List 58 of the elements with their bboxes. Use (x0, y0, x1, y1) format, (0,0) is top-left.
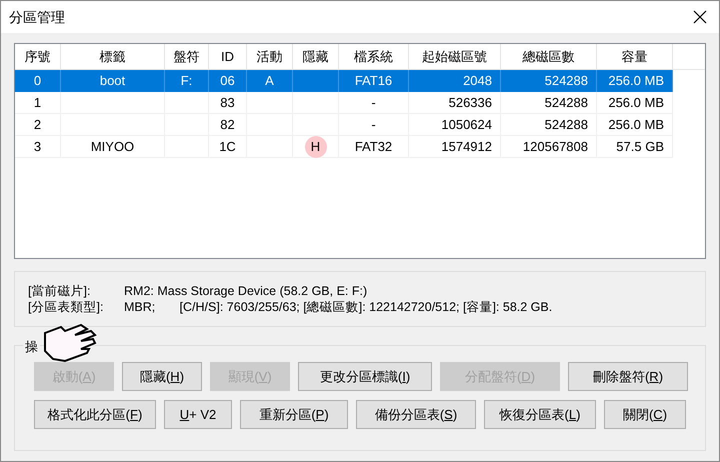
table-cell-text: 256.0 MB (608, 72, 664, 90)
table-cell-text: 524288 (544, 94, 588, 112)
column-header[interactable]: 標籤 (61, 44, 165, 69)
table-cell-text: 2 (34, 116, 42, 134)
table-cell-text: 1050624 (441, 116, 492, 134)
table-cell-text: 2048 (463, 72, 492, 90)
table-cell-text: A (265, 72, 274, 90)
action-button[interactable]: U+ V2 (164, 400, 232, 429)
table-cell-text: - (371, 116, 376, 134)
info-label: [當前磁片]: (28, 283, 92, 299)
table-cell-text: 57.5 GB (616, 138, 664, 156)
window-title: 分區管理 (9, 8, 65, 26)
action-button[interactable]: 恢復分區表(L) (484, 400, 596, 429)
table-cell-text: 256.0 MB (608, 94, 664, 112)
table-cell-text: 1C (219, 138, 236, 156)
column-header[interactable]: 序號 (15, 44, 61, 69)
column-header[interactable]: 隱藏 (293, 44, 339, 69)
table-cell-text: 256.0 MB (608, 116, 664, 134)
table-row[interactable]: 1 83 - 526336 524288 256.0 MB (15, 92, 673, 114)
action-button[interactable]: 隱藏(H) (122, 362, 202, 391)
action-button[interactable]: 關閉(C) (604, 400, 686, 429)
table-cell-text: 83 (220, 94, 235, 112)
column-header[interactable]: 檔系統 (339, 44, 409, 69)
table-cell-text: - (371, 94, 376, 112)
table-cell-text: 1574912 (441, 138, 492, 156)
action-button[interactable]: 重新分區(P) (240, 400, 348, 429)
column-header[interactable]: 總磁區數 (501, 44, 597, 69)
table-cell-text: 06 (220, 72, 235, 90)
table-cell-text: MIYOO (90, 138, 134, 156)
action-button[interactable]: 格式化此分區(F) (34, 400, 156, 429)
column-header[interactable]: ID (209, 44, 247, 69)
table-cell-text: H (310, 138, 320, 156)
column-header[interactable]: 容量 (597, 44, 673, 69)
table-cell-text: F: (180, 72, 192, 90)
action-button[interactable]: 備份分區表(S) (356, 400, 476, 429)
table-row[interactable]: 0 boot F: 06 A FAT16 2048 524288 256.0 MB (15, 70, 673, 92)
table-cell-text: 524288 (544, 72, 588, 90)
table-cell-text: FAT16 (354, 72, 392, 90)
table-cell-text: 82 (220, 116, 235, 134)
action-button[interactable]: 刪除盤符(R) (568, 362, 688, 391)
table-cell-text: 3 (34, 138, 42, 156)
table-cell-text: 524288 (544, 116, 588, 134)
table-cell-text: 1 (34, 94, 42, 112)
table-row[interactable]: 3 MIYOO 1C H FAT32 1574912 120567808 57.5 GB (15, 136, 673, 158)
table-cell-text: 120567808 (522, 138, 588, 156)
action-button[interactable]: 更改分區標識(I) (298, 362, 432, 391)
table-cell-text: 526336 (448, 94, 492, 112)
column-header[interactable]: 活動 (247, 44, 293, 69)
column-header[interactable]: 起始磁區號 (409, 44, 501, 69)
table-cell-text: 0 (34, 72, 42, 90)
table-row[interactable]: 2 82 - 1050624 524288 256.0 MB (15, 114, 673, 136)
info-label: [分區表類型]: (28, 299, 104, 315)
column-header[interactable]: 盤符 (165, 44, 209, 69)
close-icon[interactable] (693, 10, 707, 24)
table-cell-text: boot (100, 72, 126, 90)
info-value: RM2: Mass Storage Device (58.2 GB, E: F:) (124, 283, 368, 299)
info-value: MBR; [C/H/S]: 7603/255/63; [總磁區數]: 122142720/512; [容量]: 58.2 GB. (124, 299, 552, 315)
table-cell-text: FAT32 (354, 138, 392, 156)
